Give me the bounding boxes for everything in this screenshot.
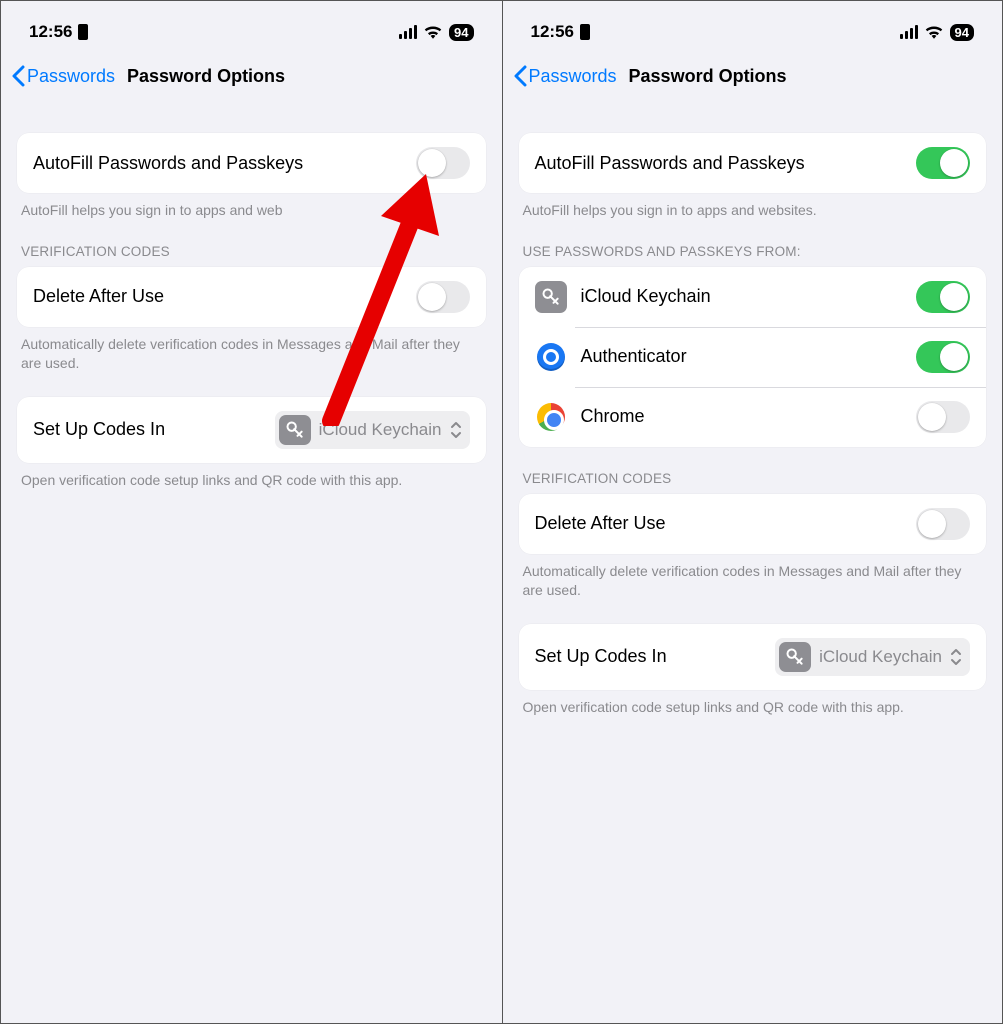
chevron-updown-icon <box>450 421 462 439</box>
keychain-icon <box>279 415 311 445</box>
delete-footer: Automatically delete verification codes … <box>519 554 987 600</box>
row-source-authenticator: Authenticator <box>519 327 987 387</box>
autofill-label: AutoFill Passwords and Passkeys <box>535 153 805 174</box>
device-icon <box>580 24 590 40</box>
chevron-left-icon <box>513 65 527 87</box>
delete-toggle[interactable] <box>416 281 470 313</box>
battery-badge: 94 <box>449 24 473 41</box>
wifi-icon <box>424 25 442 39</box>
delete-label: Delete After Use <box>535 513 666 534</box>
source-label: Chrome <box>581 406 645 427</box>
source-toggle-authenticator[interactable] <box>916 341 970 373</box>
header-sources: USE PASSWORDS AND PASSKEYS FROM: <box>519 244 987 267</box>
delete-toggle[interactable] <box>916 508 970 540</box>
setup-label: Set Up Codes In <box>33 419 165 440</box>
status-bar: 12:56 94 <box>503 1 1003 53</box>
row-setup-codes[interactable]: Set Up Codes In iCloud Keychain <box>17 397 486 463</box>
row-source-keychain: iCloud Keychain <box>519 267 987 327</box>
keychain-icon <box>779 642 811 672</box>
setup-footer: Open verification code setup links and Q… <box>17 463 486 490</box>
setup-picker[interactable]: iCloud Keychain <box>275 411 470 449</box>
cellular-icon <box>900 25 918 39</box>
delete-label: Delete After Use <box>33 286 164 307</box>
source-toggle-chrome[interactable] <box>916 401 970 433</box>
setup-value: iCloud Keychain <box>319 420 442 440</box>
clock: 12:56 <box>531 22 574 42</box>
wifi-icon <box>925 25 943 39</box>
header-verification-codes: VERIFICATION CODES <box>519 471 987 494</box>
autofill-toggle[interactable] <box>916 147 970 179</box>
screenshot-left: 12:56 94 Passwords Password Options Auto… <box>1 1 502 1023</box>
autofill-footer: AutoFill helps you sign in to apps and w… <box>17 193 486 220</box>
page-title: Password Options <box>629 66 787 87</box>
source-label: iCloud Keychain <box>581 286 711 307</box>
screenshot-right: 12:56 94 Passwords Password Options Auto… <box>502 1 1003 1023</box>
clock: 12:56 <box>29 22 72 42</box>
keychain-icon <box>535 281 567 313</box>
setup-value: iCloud Keychain <box>819 647 942 667</box>
delete-footer: Automatically delete verification codes … <box>17 327 486 373</box>
source-label: Authenticator <box>581 346 687 367</box>
cellular-icon <box>399 25 417 39</box>
row-source-chrome: Chrome <box>519 387 987 447</box>
back-button[interactable]: Passwords <box>11 65 115 87</box>
nav-bar: Passwords Password Options <box>503 53 1003 103</box>
back-button[interactable]: Passwords <box>513 65 617 87</box>
header-verification-codes: VERIFICATION CODES <box>17 244 486 267</box>
setup-label: Set Up Codes In <box>535 646 667 667</box>
setup-picker[interactable]: iCloud Keychain <box>775 638 970 676</box>
autofill-footer: AutoFill helps you sign in to apps and w… <box>519 193 987 220</box>
row-autofill: AutoFill Passwords and Passkeys <box>519 133 987 193</box>
status-bar: 12:56 94 <box>1 1 502 53</box>
row-delete-after-use: Delete After Use <box>17 267 486 327</box>
source-toggle-keychain[interactable] <box>916 281 970 313</box>
row-autofill: AutoFill Passwords and Passkeys <box>17 133 486 193</box>
setup-footer: Open verification code setup links and Q… <box>519 690 987 717</box>
back-label: Passwords <box>27 66 115 87</box>
battery-badge: 94 <box>950 24 974 41</box>
device-icon <box>78 24 88 40</box>
nav-bar: Passwords Password Options <box>1 53 502 103</box>
autofill-toggle[interactable] <box>416 147 470 179</box>
back-label: Passwords <box>529 66 617 87</box>
row-setup-codes[interactable]: Set Up Codes In iCloud Keychain <box>519 624 987 690</box>
row-delete-after-use: Delete After Use <box>519 494 987 554</box>
authenticator-icon <box>537 343 565 371</box>
autofill-label: AutoFill Passwords and Passkeys <box>33 153 303 174</box>
chrome-icon <box>537 403 565 431</box>
chevron-left-icon <box>11 65 25 87</box>
chevron-updown-icon <box>950 648 962 666</box>
page-title: Password Options <box>127 66 285 87</box>
